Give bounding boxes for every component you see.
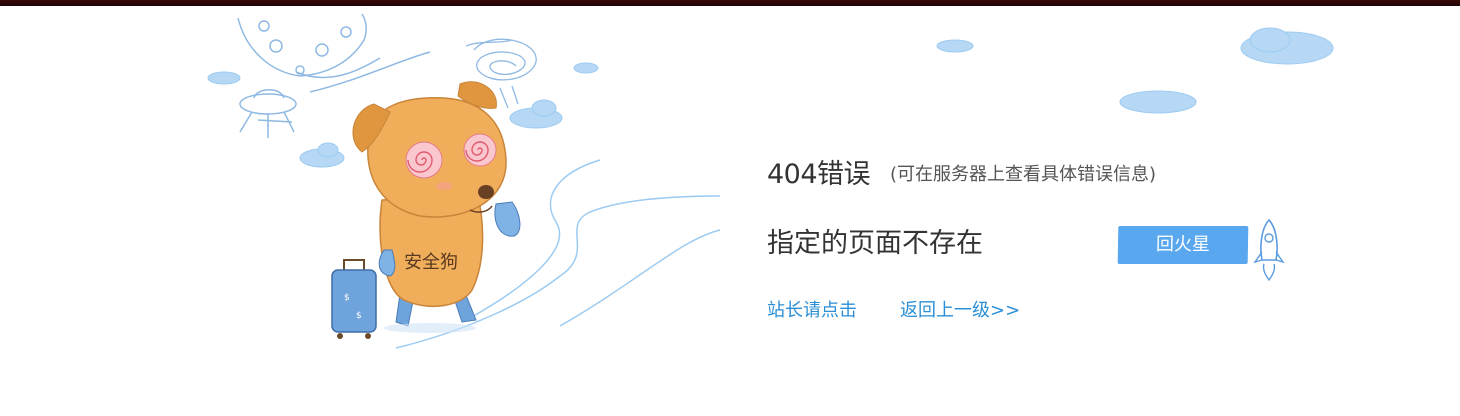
- rocket-icon: [1253, 218, 1285, 282]
- error-title: 404错误: [767, 159, 871, 190]
- svg-text:$: $: [344, 293, 350, 303]
- admin-link[interactable]: 站长请点击: [767, 296, 857, 322]
- svg-text:$: $: [356, 311, 362, 321]
- mascot-belly-text: 安全狗: [404, 252, 458, 273]
- back-link[interactable]: 返回上一级>>: [900, 296, 1020, 322]
- suitcase-icon: $ $: [331, 259, 377, 339]
- error-note: (可在服务器上查看具体错误信息): [890, 164, 1157, 185]
- ground-shadow: [384, 323, 476, 333]
- ufo-icon: [239, 89, 297, 138]
- mascot-dog: [352, 81, 521, 327]
- illustration: $ $ 安全狗: [207, 13, 1334, 349]
- moon-icon: [237, 13, 431, 93]
- error-message: 指定的页面不存在: [767, 228, 983, 259]
- back-to-mars-button[interactable]: 回火星: [1117, 226, 1249, 264]
